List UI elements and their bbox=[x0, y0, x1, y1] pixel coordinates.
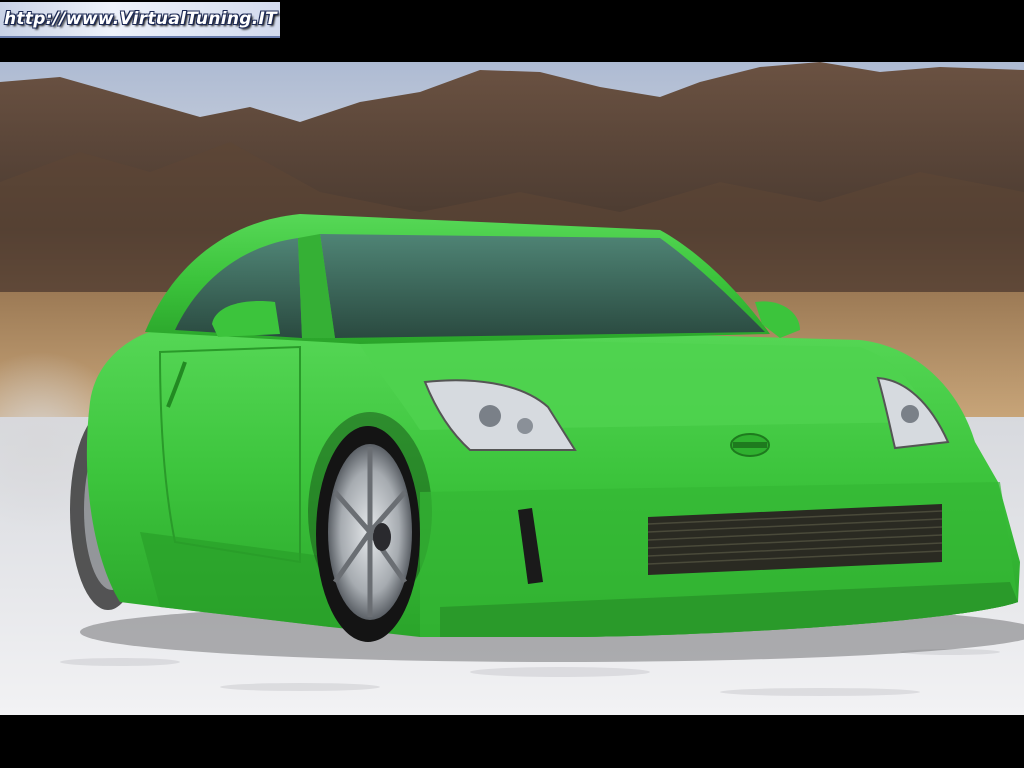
left-headlight-lens-2 bbox=[517, 418, 533, 434]
watermark-text: http://www.VirtualTuning.IT bbox=[4, 9, 278, 29]
left-headlight-lens bbox=[479, 405, 501, 427]
front-wheel bbox=[316, 426, 420, 642]
nissan-emblem bbox=[730, 433, 770, 457]
car-photo bbox=[0, 62, 1024, 715]
car-photo-scene bbox=[0, 62, 1024, 715]
image-frame: http://www.VirtualTuning.IT bbox=[0, 0, 1024, 768]
watermark-banner: http://www.VirtualTuning.IT bbox=[0, 2, 280, 38]
right-headlight-lens bbox=[901, 405, 919, 423]
wheel-hub bbox=[373, 523, 391, 551]
